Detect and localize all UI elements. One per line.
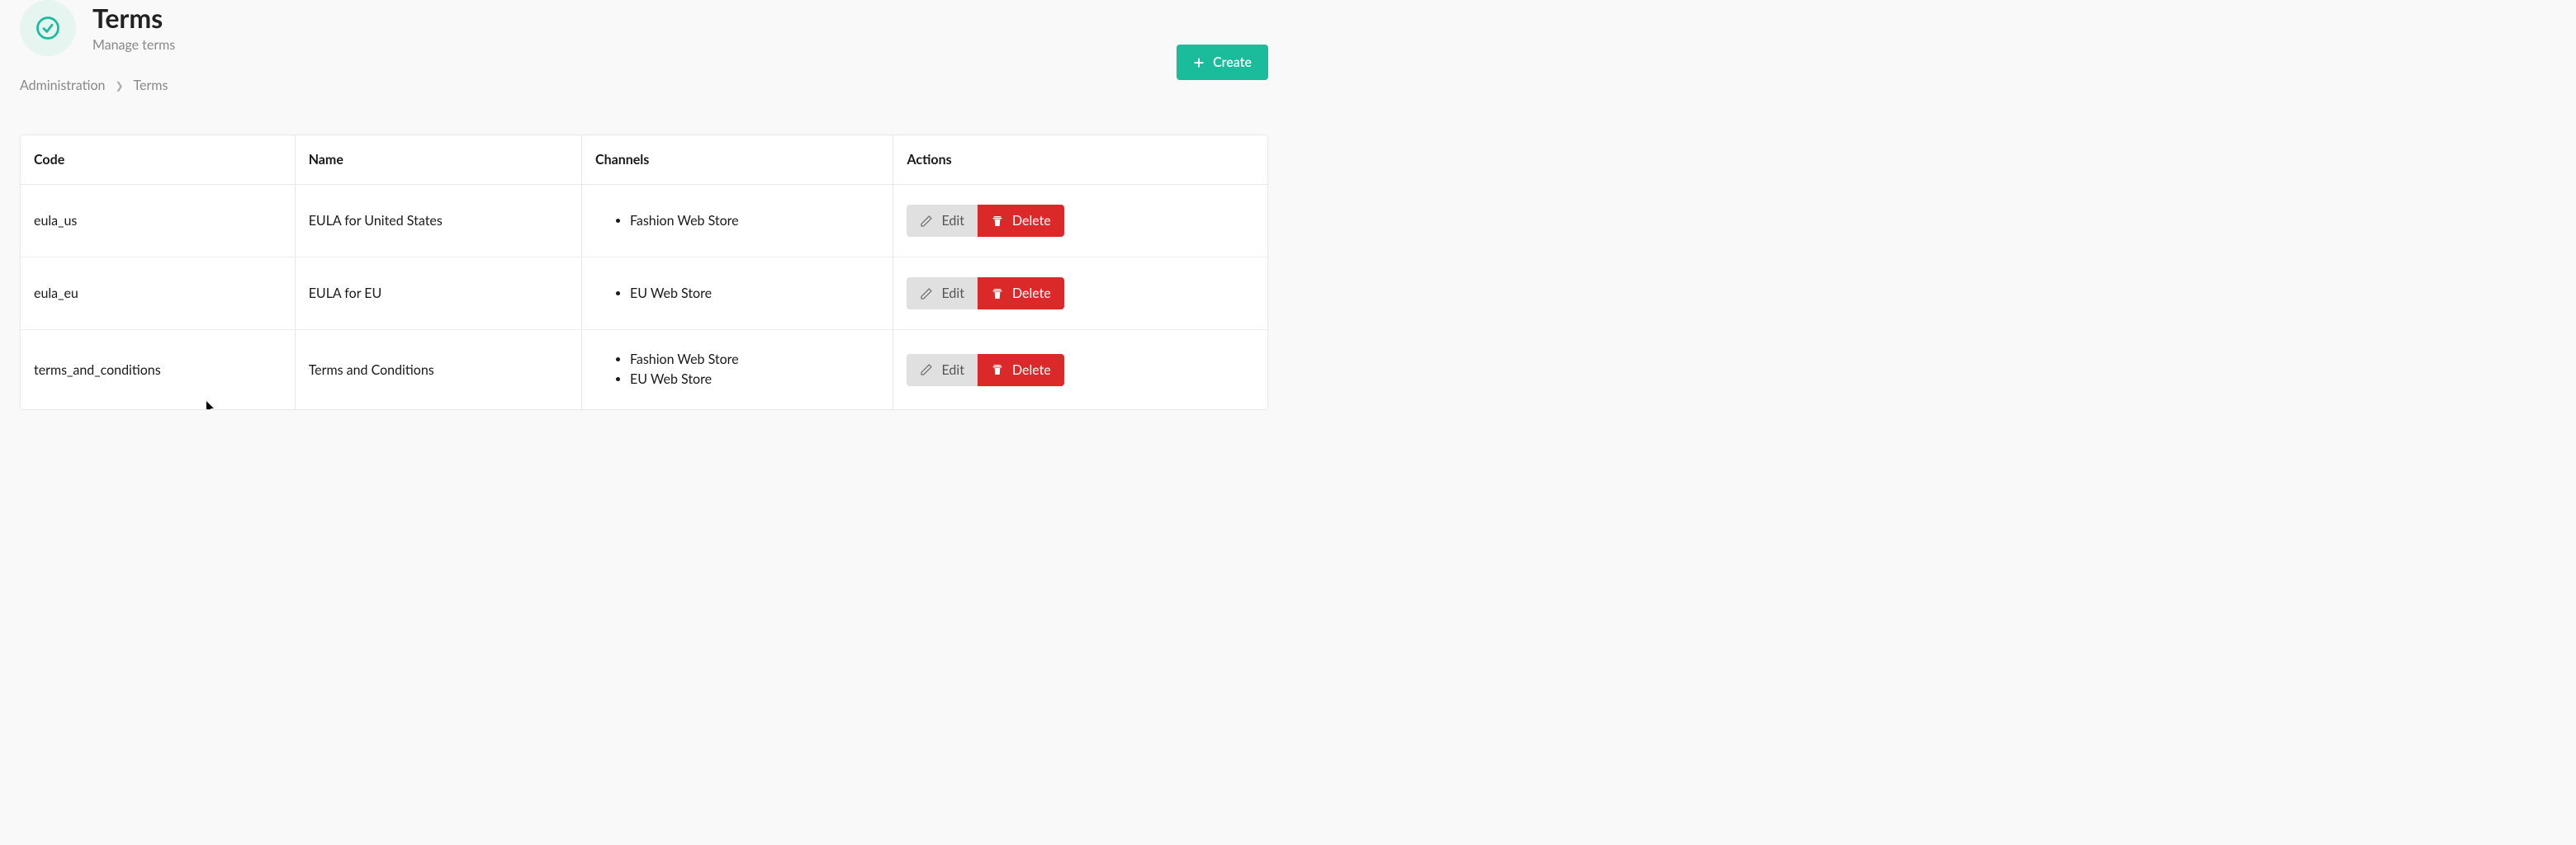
chevron-right-icon: ❯ [115, 79, 123, 92]
col-header-name: Name [295, 135, 581, 185]
cell-name: Terms and Conditions [295, 330, 581, 410]
breadcrumb-current: Terms [134, 78, 168, 93]
delete-button[interactable]: Delete [978, 354, 1064, 386]
channel-item: EU Web Store [630, 370, 880, 389]
cell-code: terms_and_conditions [21, 330, 295, 410]
trash-icon [991, 363, 1004, 376]
edit-button[interactable]: Edit [907, 354, 977, 386]
edit-label: Edit [941, 286, 964, 301]
col-header-channels: Channels [581, 135, 893, 185]
cell-name: EULA for United States [295, 185, 581, 257]
channel-item: Fashion Web Store [630, 350, 880, 370]
page-subtitle: Manage terms [92, 37, 175, 53]
delete-label: Delete [1012, 286, 1051, 301]
cell-code: eula_us [21, 185, 295, 257]
col-header-actions: Actions [893, 135, 1267, 185]
edit-label: Edit [941, 213, 964, 229]
plus-icon [1193, 57, 1205, 68]
edit-button[interactable]: Edit [907, 205, 977, 237]
terms-table: Code Name Channels Actions eula_usEULA f… [21, 135, 1267, 409]
breadcrumb: Administration ❯ Terms [20, 78, 1268, 93]
delete-label: Delete [1012, 362, 1051, 378]
cell-actions: Edit Delete [893, 185, 1267, 257]
delete-button[interactable]: Delete [978, 205, 1064, 237]
check-circle-icon [36, 16, 60, 40]
pencil-icon [920, 215, 933, 228]
cell-actions: Edit Delete [893, 330, 1267, 410]
col-header-code: Code [21, 135, 295, 185]
table-row: eula_usEULA for United States Fashion Web… [21, 185, 1267, 257]
breadcrumb-administration[interactable]: Administration [20, 78, 105, 93]
trash-icon [991, 215, 1004, 228]
edit-button[interactable]: Edit [907, 277, 977, 309]
page-title: Terms [92, 3, 175, 32]
cell-channels: Fashion Web Store [581, 185, 893, 257]
trash-icon [991, 287, 1004, 300]
cell-actions: Edit Delete [893, 257, 1267, 330]
header-icon-circle [20, 0, 76, 56]
delete-label: Delete [1012, 213, 1051, 229]
pencil-icon [920, 287, 933, 300]
terms-table-card: Code Name Channels Actions eula_usEULA f… [20, 135, 1268, 410]
edit-label: Edit [941, 362, 964, 378]
cell-channels: EU Web Store [581, 257, 893, 330]
create-button-label: Create [1213, 54, 1252, 70]
table-row: terms_and_conditionsTerms and Conditions… [21, 330, 1267, 410]
header: Terms Manage terms Create [20, 0, 1268, 56]
channel-item: EU Web Store [630, 284, 880, 304]
table-row: eula_euEULA for EU EU Web Store Edit Delete [21, 257, 1267, 330]
pencil-icon [920, 363, 933, 376]
cell-name: EULA for EU [295, 257, 581, 330]
create-button[interactable]: Create [1177, 45, 1268, 80]
cell-channels: Fashion Web StoreEU Web Store [581, 330, 893, 410]
channel-item: Fashion Web Store [630, 211, 880, 231]
delete-button[interactable]: Delete [978, 277, 1064, 309]
cell-code: eula_eu [21, 257, 295, 330]
